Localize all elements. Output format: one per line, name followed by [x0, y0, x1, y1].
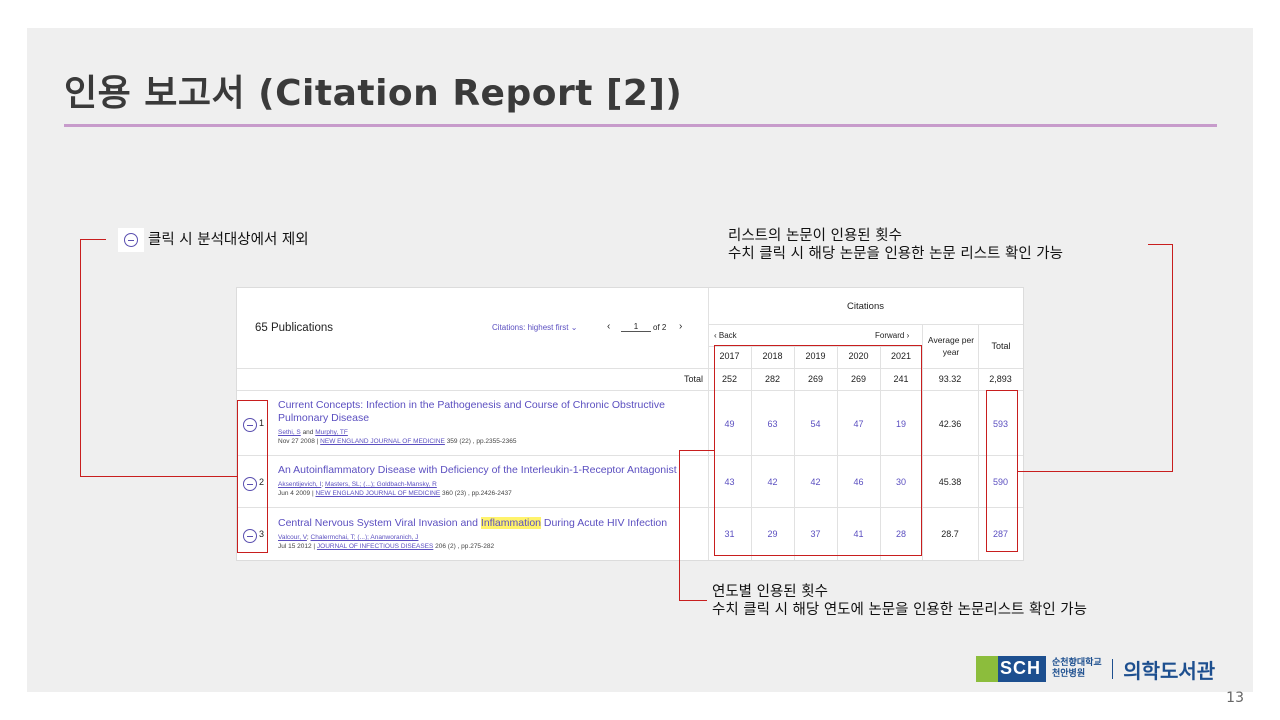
- connector-line: [80, 239, 81, 477]
- connector-line: [679, 450, 714, 451]
- author-separator: and: [300, 429, 316, 436]
- paper-title-link[interactable]: An Autoinflammatory Disease with Deficie…: [278, 464, 708, 477]
- total-row-label: Total: [683, 374, 703, 384]
- bottom-note-line1: 연도별 인용된 횟수: [712, 584, 828, 600]
- average-per-year-header: Average per year: [927, 335, 975, 357]
- total-column-highlight: [986, 390, 1018, 552]
- yearly-counts-highlight: [714, 345, 922, 556]
- library-name: 의학도서관: [1123, 658, 1216, 683]
- sort-dropdown[interactable]: Citations: highest first ⌄: [492, 323, 577, 332]
- paper-date: Jun 4 2009 |: [278, 490, 316, 497]
- university-name: 순천향대학교 천안병원: [1052, 658, 1102, 680]
- bottom-annotation: 연도별 인용된 횟수 수치 클릭 시 해당 연도에 논문을 인용한 논문리스트 …: [712, 583, 1087, 619]
- paper-authors: Aksentijevich, I; Masters, SL; (...); Go…: [278, 481, 437, 489]
- author-link[interactable]: Valcour, V: [278, 534, 307, 541]
- paper-source: Jul 15 2012 | JOURNAL OF INFECTIOUS DISE…: [278, 543, 494, 551]
- paper-date: Nov 27 2008 |: [278, 438, 321, 445]
- page-input[interactable]: 1: [621, 322, 651, 332]
- grid-line: [708, 324, 1023, 325]
- average-value: 45.38: [938, 477, 962, 487]
- title-part: Central Nervous System Viral Invasion an…: [278, 517, 481, 529]
- exclude-icon-sample: [118, 228, 144, 252]
- page-number: 13: [1226, 690, 1244, 706]
- footer-separator: [1111, 659, 1114, 679]
- slide-title: 인용 보고서 (Citation Report [2]): [64, 73, 683, 114]
- paper-citation: 206 (2) , pp.275-282: [433, 543, 495, 550]
- paper-date: Jul 15 2012 |: [278, 543, 317, 550]
- author-link[interactable]: Aksentijevich, I: [278, 481, 321, 488]
- author-link[interactable]: Murphy, TF: [315, 429, 348, 436]
- next-page-button[interactable]: ›: [679, 321, 682, 332]
- paper-source: Nov 27 2008 | NEW ENGLAND JOURNAL OF MED…: [278, 438, 516, 446]
- author-link[interactable]: Chalermchai, T; (...); Ananworanich, J: [311, 534, 419, 541]
- grid-line: [922, 324, 923, 560]
- grand-total: 2,893: [989, 374, 1012, 384]
- average-value: 42.36: [938, 419, 962, 429]
- average-value: 28.7: [941, 529, 959, 539]
- average-total: 93.32: [938, 374, 962, 384]
- connector-line: [1148, 244, 1173, 245]
- right-note-line1: 리스트의 논문이 인용된 횟수: [728, 228, 902, 244]
- journal-link[interactable]: NEW ENGLAND JOURNAL OF MEDICINE: [315, 490, 440, 497]
- paper-authors: Sethi, S and Murphy, TF: [278, 429, 348, 437]
- exclude-column-highlight: [237, 400, 268, 553]
- page-of-label: of 2: [653, 323, 667, 332]
- forward-button[interactable]: Forward ›: [875, 331, 909, 340]
- author-link[interactable]: Sethi, S: [278, 429, 301, 436]
- university-name-line2: 천안병원: [1052, 669, 1086, 679]
- prev-page-button[interactable]: ‹: [607, 321, 610, 332]
- paper-citation: 359 (22) , pp.2355-2365: [444, 438, 517, 445]
- grid-line: [978, 324, 979, 560]
- right-note-line2: 수치 클릭 시 해당 논문을 인용한 논문 리스트 확인 가능: [728, 246, 1063, 262]
- paper-title-link[interactable]: Current Concepts: Infection in the Patho…: [278, 399, 668, 425]
- connector-line: [1172, 244, 1173, 472]
- publications-count: 65 Publications: [255, 322, 333, 334]
- paper-citation: 360 (23) , pp.2426-2437: [440, 490, 512, 497]
- title-divider: [64, 124, 1217, 127]
- connector-line: [1018, 471, 1173, 472]
- title-part: During Acute HIV Infection: [541, 517, 668, 529]
- connector-line: [80, 239, 106, 240]
- connector-line: [80, 476, 237, 477]
- journal-link[interactable]: JOURNAL OF INFECTIOUS DISEASES: [317, 543, 433, 550]
- total-header: Total: [991, 341, 1011, 351]
- citations-header: Citations: [847, 301, 884, 312]
- exclude-note-text: 클릭 시 분석대상에서 제외: [148, 232, 309, 248]
- exclude-annotation: 클릭 시 분석대상에서 제외: [118, 228, 309, 252]
- back-button[interactable]: ‹ Back: [714, 331, 737, 340]
- sch-logo-text: SCH: [1000, 658, 1042, 678]
- search-term-highlight: Inflammation: [480, 517, 542, 529]
- paper-title-link[interactable]: Central Nervous System Viral Invasion an…: [278, 517, 667, 530]
- connector-line: [679, 600, 707, 601]
- paper-source: Jun 4 2009 | NEW ENGLAND JOURNAL OF MEDI…: [278, 490, 512, 498]
- author-link[interactable]: Masters, SL; (...); Goldbach-Mansky, R: [325, 481, 437, 488]
- right-annotation: 리스트의 논문이 인용된 횟수 수치 클릭 시 해당 논문을 인용한 논문 리스…: [728, 227, 1063, 263]
- footer-logo: SCH 순천향대학교 천안병원 의학도서관: [976, 656, 1216, 683]
- university-name-line1: 순천향대학교: [1052, 658, 1102, 668]
- connector-line: [679, 450, 680, 601]
- paper-authors: Valcour, V; Chalermchai, T; (...); Ananw…: [278, 534, 418, 542]
- journal-link[interactable]: NEW ENGLAND JOURNAL OF MEDICINE: [320, 438, 445, 445]
- bottom-note-line2: 수치 클릭 시 해당 연도에 논문을 인용한 논문리스트 확인 가능: [712, 602, 1087, 618]
- sch-logo: SCH: [976, 656, 1046, 682]
